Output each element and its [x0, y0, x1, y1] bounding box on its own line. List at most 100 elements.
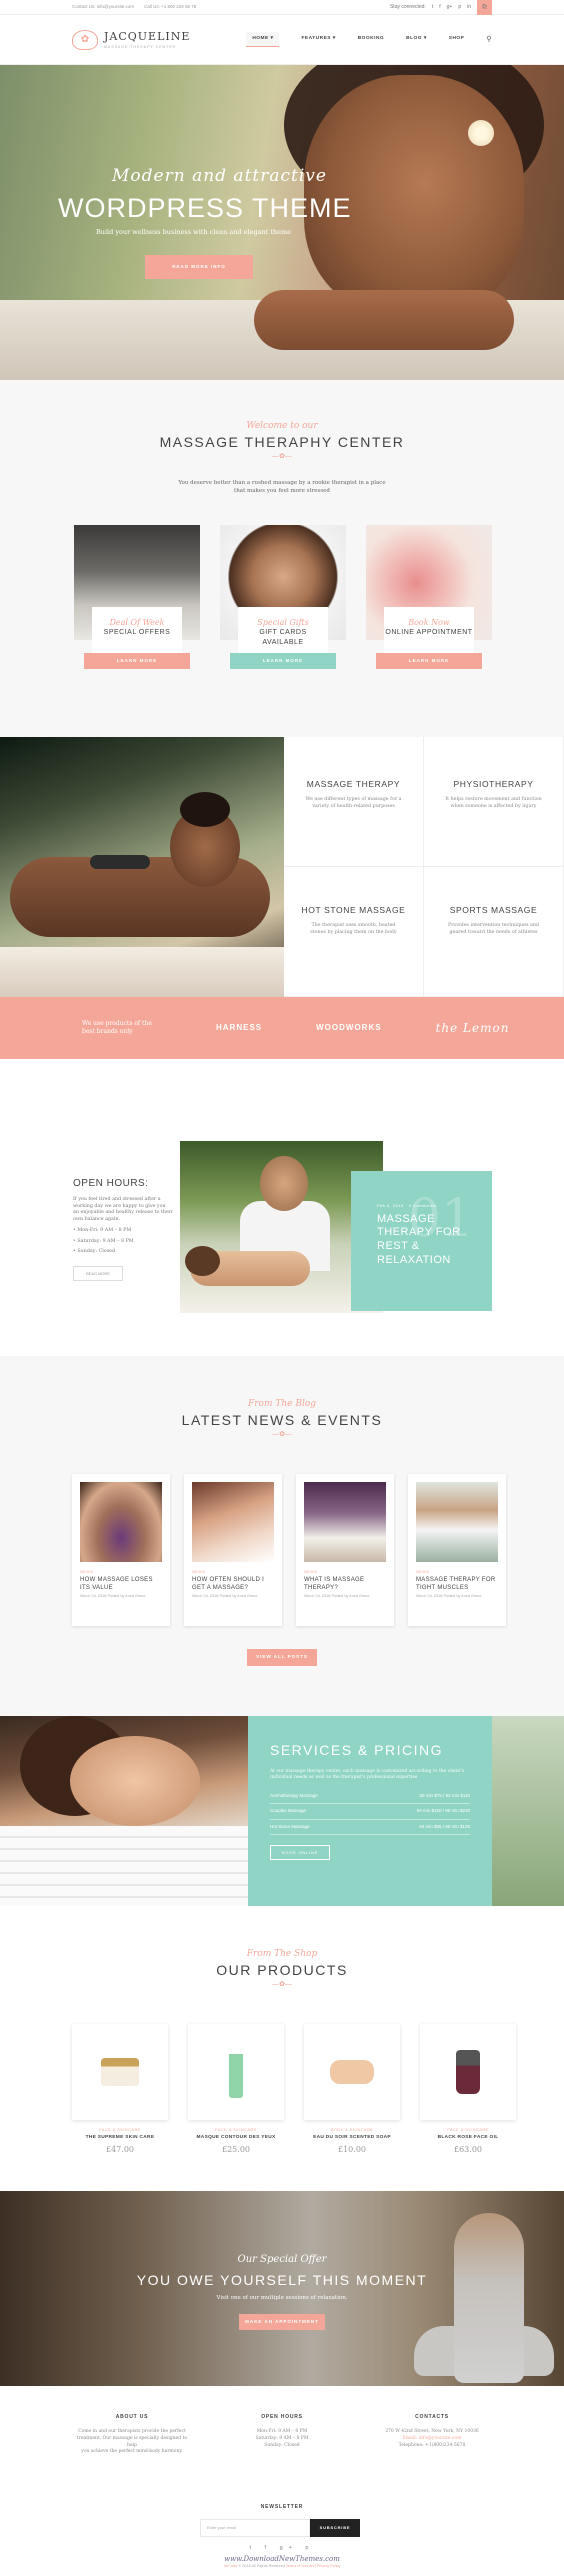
brand-logo-woodworks[interactable]: WOODWORKS	[316, 1022, 381, 1033]
page: Contact Us: info@yoursite.com Call Us: +…	[0, 0, 564, 2575]
hours-line: • Saturday: 9 AM – 8 PM	[73, 1238, 134, 1244]
therapy-item[interactable]: MASSAGE THERAPY We use different types o…	[284, 737, 424, 867]
product-category[interactable]: BODY & SKINCARE	[304, 2128, 400, 2133]
view-all-posts-button[interactable]: VIEW ALL POSTS	[247, 1649, 317, 1666]
twitter-icon[interactable]: t	[432, 4, 433, 11]
therapy-title: SPORTS MASSAGE	[449, 905, 538, 915]
product-title[interactable]: MASQUE CONTOUR DES YEUX	[188, 2135, 284, 2142]
make-appointment-button[interactable]: MAKE AN APPOINTMENT	[239, 2314, 325, 2331]
therapy-item[interactable]: PHYSIOTHERAPY It helps restore movement …	[424, 737, 564, 867]
footer-line: Come in and our therapists provide the p…	[78, 2429, 186, 2434]
offer-script: Our Special Offer	[237, 2254, 327, 2265]
product-category[interactable]: FACE & SKINCARE	[420, 2128, 516, 2133]
learn-more-button[interactable]: LEARN MORE	[376, 653, 482, 669]
post-title[interactable]: WHAT IS MASSAGE THERAPY?	[304, 1577, 386, 1592]
hero-read-more-button[interactable]: READ MORE INFO	[145, 255, 253, 279]
post-card[interactable]: NEWS MASSAGE THERAPY FOR TIGHT MUSCLES M…	[408, 1474, 506, 1626]
newsletter-form: Enter your email SUBSCRIBE	[200, 2519, 360, 2537]
brand-logo-harness[interactable]: HARNESS	[216, 1022, 262, 1033]
service-row: Hot Stone Massage 60 min $85 / 90 min $12…	[270, 1820, 470, 1836]
product-category[interactable]: FACE & SKINCARE	[188, 2128, 284, 2133]
services-box: SERVICES & PRICING At our massage therap…	[248, 1716, 492, 1906]
product-card[interactable]: FACE & SKINCARE BLACK ROSE FACE OIL £63.…	[420, 2024, 516, 2155]
nav-home[interactable]: HOME ▾	[246, 31, 280, 48]
newsletter-email-input[interactable]: Enter your email	[200, 2519, 310, 2537]
product-image[interactable]	[420, 2024, 516, 2120]
book-online-button[interactable]: BOOK ONLINE	[270, 1845, 330, 1861]
read-more-button[interactable]: READ MORE	[73, 1265, 123, 1281]
product-title[interactable]: THE SUPREME SKIN CARE	[72, 2135, 168, 2142]
post-card[interactable]: NEWS HOW MASSAGE LOSES ITS VALUE March 2…	[72, 1474, 170, 1626]
post-category[interactable]: NEWS	[192, 1570, 274, 1575]
therapy-item[interactable]: HOT STONE MASSAGE The therapist uses smo…	[284, 867, 424, 997]
contact-email[interactable]: Contact Us: info@yoursite.com	[72, 4, 134, 10]
linkedin-icon[interactable]: in	[467, 4, 471, 11]
product-card[interactable]: FACE & SKINCARE MASQUE CONTOUR DES YEUX …	[188, 2024, 284, 2155]
products-section: From The Shop OUR PRODUCTS —✿— FACE & SK…	[0, 1906, 564, 2191]
post-title[interactable]: HOW MASSAGE LOSES ITS VALUE	[80, 1577, 162, 1592]
post-meta: March 24, 2016 Posted by Anna Grace	[192, 1594, 258, 1599]
product-category[interactable]: FACE & SKINCARE	[72, 2128, 168, 2133]
post-category[interactable]: NEWS	[80, 1570, 162, 1575]
product-card[interactable]: BODY & SKINCARE EAU DU SOIR SCENTED SOAP…	[304, 2024, 400, 2155]
post-image	[192, 1482, 274, 1562]
therapy-desc: Provides intervention techniques and gea…	[447, 922, 539, 935]
contact-phone[interactable]: Call Us: +1 800 234 56 78	[144, 4, 196, 10]
footer-email-link[interactable]: Email: info@yoursite.com	[372, 2436, 492, 2443]
therapy-desc: We use different types of massage for a …	[305, 796, 402, 809]
nav-features[interactable]: FEATURES ▾	[301, 36, 335, 43]
special-offer-section: Our Special Offer YOU OWE YOURSELF THIS …	[0, 2191, 564, 2386]
pinterest-icon[interactable]: p	[458, 4, 461, 11]
offer-content: Our Special Offer YOU OWE YOURSELF THIS …	[0, 2191, 564, 2331]
logo[interactable]: ✿ JACQUELINE MASSAGE THERAPY CENTER	[72, 29, 190, 50]
lotus-icon: ✿	[72, 29, 98, 50]
post-card[interactable]: NEWS WHAT IS MASSAGE THERAPY? March 24, …	[296, 1474, 394, 1626]
product-title[interactable]: EAU DU SOIR SCENTED SOAP	[304, 2135, 400, 2142]
therapy-item[interactable]: SPORTS MASSAGE Provides intervention tec…	[424, 867, 564, 997]
footer-line: 270 W 42nd Street, New York, NY 10036	[385, 2429, 479, 2434]
footer-about: ABOUT US Come in and our therapists prov…	[72, 2414, 192, 2456]
post-title[interactable]: HOW OFTEN SHOULD I GET A MASSAGE?	[192, 1577, 274, 1592]
hero-arms	[254, 290, 514, 350]
main-nav: HOME ▾ FEATURES ▾ BOOKING BLOG ▾ SHOP ⚲	[246, 31, 492, 48]
photo-towel	[0, 947, 284, 997]
product-image[interactable]	[188, 2024, 284, 2120]
learn-more-button[interactable]: LEARN MORE	[84, 653, 190, 669]
terms-link[interactable]: Terms of Use and Privacy Policy	[286, 2564, 340, 2568]
nav-blog[interactable]: BLOG ▾	[406, 36, 427, 43]
facebook-icon[interactable]: f	[439, 4, 440, 11]
hours-column: OPEN HOURS: If you feel tired and stress…	[73, 1177, 173, 1281]
product-card[interactable]: FACE & SKINCARE THE SUPREME SKIN CARE £4…	[72, 2024, 168, 2155]
brand-logo-lemon[interactable]: the Lemon	[436, 1020, 510, 1037]
hours-line: • Mon-Fri: 9 AM – 8 PM	[73, 1227, 132, 1233]
copyright-brand-link[interactable]: AnCode	[224, 2564, 238, 2568]
brands-lead: We use products of the best brands only	[82, 1019, 152, 1035]
feature-cards: Deal Of Week SPECIAL OFFERS LEARN MORE S…	[74, 525, 492, 670]
card-label: Special Gifts GIFT CARDS AVAILABLE	[238, 607, 328, 653]
hero-script: Modern and attractive	[112, 166, 327, 186]
footer-col-title: OPEN HOURS	[261, 2414, 303, 2420]
product-image[interactable]	[72, 2024, 168, 2120]
nav-booking[interactable]: BOOKING	[358, 36, 384, 43]
bag-icon[interactable]: 🛍	[477, 0, 492, 15]
post-card[interactable]: NEWS HOW OFTEN SHOULD I GET A MASSAGE? M…	[184, 1474, 282, 1626]
product-title[interactable]: BLACK ROSE FACE OIL	[420, 2135, 516, 2142]
product-price: £47.00	[106, 2145, 134, 2155]
featured-post-box[interactable]: 01 Feb 8, 2016 · 0 Comments MASSAGE THER…	[351, 1171, 492, 1311]
product-image[interactable]	[304, 2024, 400, 2120]
google-plus-icon[interactable]: g+	[447, 4, 453, 11]
footer-social-icons[interactable]: t f g+ p	[0, 2545, 564, 2553]
learn-more-button[interactable]: LEARN MORE	[230, 653, 336, 669]
products-script: From The Shop	[246, 1949, 318, 1959]
footer-line: Sunday: Closed	[264, 2442, 300, 2448]
therapy-desc: The therapist uses smooth, heated stones…	[310, 922, 397, 935]
post-title[interactable]: MASSAGE THERAPY FOR TIGHT MUSCLES	[416, 1577, 498, 1592]
subscribe-button[interactable]: SUBSCRIBE	[310, 2519, 360, 2537]
welcome-title: MASSAGE THERAPHY CENTER	[159, 433, 405, 450]
post-category[interactable]: NEWS	[416, 1570, 498, 1575]
product-price: £63.00	[454, 2145, 482, 2155]
card-title: ONLINE APPOINTMENT	[385, 629, 473, 637]
search-icon[interactable]: ⚲	[486, 35, 492, 45]
nav-shop[interactable]: SHOP	[449, 36, 465, 43]
post-category[interactable]: NEWS	[304, 1570, 386, 1575]
